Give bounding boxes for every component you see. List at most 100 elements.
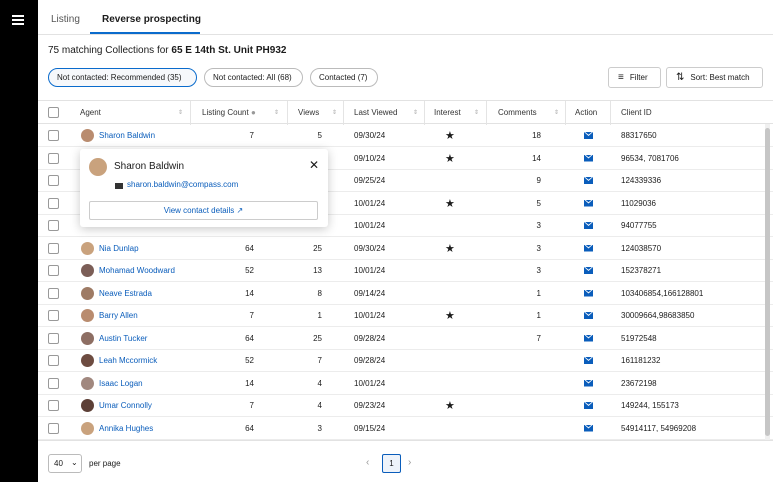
filter-pill-recommended[interactable]: Not contacted: Recommended (35) <box>48 68 197 87</box>
per-page-label: per page <box>89 459 121 468</box>
column-divider <box>424 101 425 125</box>
sort-last-viewed-icon[interactable]: ⇕ <box>413 101 418 125</box>
table-row[interactable]: Austin Tucker 64 25 09/28/24 7 51972548 <box>38 328 773 350</box>
row-checkbox[interactable] <box>48 175 59 186</box>
comments-cell: 1 <box>536 311 541 320</box>
listing-count-cell: 7 <box>249 401 254 410</box>
table-row[interactable]: Sharon Baldwin 7 5 09/30/24 ★ 18 88317650 <box>38 125 773 147</box>
mail-icon[interactable] <box>584 199 593 207</box>
views-cell: 1 <box>317 311 322 320</box>
current-page-button[interactable]: 1 <box>382 454 401 473</box>
col-agent[interactable]: Agent <box>80 101 101 125</box>
mail-icon[interactable] <box>584 379 593 387</box>
col-comments[interactable]: Comments <box>498 101 537 125</box>
last-viewed-cell: 09/30/24 <box>354 243 386 253</box>
sort-agent-icon[interactable]: ⇕ <box>178 101 183 125</box>
mail-icon[interactable] <box>584 132 593 139</box>
tab-listing[interactable]: Listing <box>51 14 80 25</box>
views-cell: 4 <box>317 378 322 388</box>
views-cell: 5 <box>317 131 322 140</box>
star-icon: ★ <box>445 130 455 142</box>
mail-icon[interactable] <box>584 289 593 297</box>
sort-views-icon[interactable]: ⇕ <box>332 101 337 125</box>
table-row[interactable]: Mohamad Woodward 52 13 10/01/24 3 152378271 <box>38 260 773 282</box>
views-cell: 3 <box>317 423 322 433</box>
mail-icon[interactable] <box>584 244 593 252</box>
table-row[interactable]: Leah Mccormick 52 7 09/28/24 161181232 <box>38 350 773 372</box>
row-checkbox[interactable] <box>48 152 59 164</box>
col-listing-count[interactable]: Listing Count ● <box>202 101 256 125</box>
agent-name-link[interactable]: Umar Connolly <box>99 395 152 417</box>
col-interest[interactable]: Interest <box>434 101 461 125</box>
filter-button[interactable]: ≡ Filter <box>608 67 661 88</box>
agent-name-link[interactable]: Neave Estrada <box>99 283 152 305</box>
table-row[interactable]: Barry Allen 7 1 10/01/24 ★ 1 30009664,98683850 <box>38 305 773 327</box>
mail-icon[interactable] <box>584 222 593 229</box>
row-checkbox[interactable] <box>48 287 59 299</box>
scrollbar-thumb[interactable] <box>765 128 770 436</box>
row-checkbox[interactable] <box>48 355 59 366</box>
row-checkbox[interactable] <box>48 265 59 276</box>
table-row[interactable]: Annika Hughes 64 3 09/15/24 54914117, 549692… <box>38 418 773 440</box>
row-checkbox[interactable] <box>48 377 59 389</box>
agent-name-link[interactable]: Austin Tucker <box>99 328 147 350</box>
row-checkbox[interactable] <box>48 242 59 254</box>
agent-name-link[interactable]: Annika Hughes <box>99 418 153 440</box>
row-checkbox[interactable] <box>48 130 59 141</box>
row-checkbox[interactable] <box>48 310 59 321</box>
last-viewed-cell: 09/28/24 <box>354 356 386 365</box>
col-last-viewed[interactable]: Last Viewed <box>354 101 397 125</box>
listing-count-cell: 14 <box>245 378 254 388</box>
agent-name-link[interactable]: Mohamad Woodward <box>99 260 175 282</box>
mail-icon[interactable] <box>584 154 593 162</box>
comments-cell <box>513 373 541 395</box>
sort-interest-icon[interactable]: ⇕ <box>474 101 479 125</box>
per-page-value: 40 <box>54 459 63 468</box>
table-row[interactable]: Nia Dunlap 64 25 09/30/24 ★ 3 124038570 <box>38 238 773 260</box>
agent-name-link[interactable]: Nia Dunlap <box>99 238 139 260</box>
row-checkbox[interactable] <box>48 332 59 344</box>
last-viewed-cell: 09/28/24 <box>354 333 386 343</box>
popover-email-link[interactable]: sharon.baldwin@compass.com <box>127 180 238 189</box>
sort-listing-count-icon[interactable]: ⇕ <box>274 101 279 125</box>
row-checkbox[interactable] <box>48 400 59 411</box>
mail-icon[interactable] <box>584 334 593 342</box>
tab-reverse-prospecting[interactable]: Reverse prospecting <box>102 14 201 25</box>
sort-comments-icon[interactable]: ⇕ <box>554 101 559 125</box>
select-all-checkbox[interactable] <box>48 107 59 118</box>
mail-icon[interactable] <box>584 402 593 409</box>
filter-pill-contacted[interactable]: Contacted (7) <box>310 68 378 87</box>
agent-name-link[interactable]: Leah Mccormick <box>99 350 157 372</box>
row-checkbox[interactable] <box>48 220 59 231</box>
col-views[interactable]: Views <box>298 101 319 125</box>
row-checkbox[interactable] <box>48 422 59 434</box>
table-scrollbar[interactable] <box>765 124 770 440</box>
close-icon[interactable]: ✕ <box>309 158 319 172</box>
mail-icon[interactable] <box>584 424 593 432</box>
hamburger-icon[interactable] <box>12 15 24 25</box>
mail-icon[interactable] <box>584 357 593 364</box>
mail-icon[interactable] <box>584 177 593 184</box>
mail-icon[interactable] <box>584 267 593 274</box>
table-header: Agent ⇕ Listing Count ● ⇕ Views ⇕ Last V… <box>38 100 773 125</box>
table-row[interactable]: Umar Connolly 7 4 09/23/24 ★ 149244, 155173 <box>38 395 773 417</box>
sort-button[interactable]: ⇅ Sort: Best match <box>666 67 763 88</box>
col-listing-count-label: Listing Count <box>202 108 249 117</box>
filter-pill-all[interactable]: Not contacted: All (68) <box>204 68 303 87</box>
chevron-right-icon[interactable]: › <box>408 457 411 468</box>
col-action: Action <box>575 108 598 117</box>
client-id-cell: 11029036 <box>621 198 656 208</box>
chevron-left-icon[interactable]: ‹ <box>366 457 369 468</box>
last-viewed-cell: 09/14/24 <box>354 288 386 298</box>
agent-name-link[interactable]: Barry Allen <box>99 305 138 327</box>
listing-count-cell: 7 <box>249 311 254 320</box>
table-row[interactable]: Isaac Logan 14 4 10/01/24 23672198 <box>38 373 773 395</box>
view-contact-details-button[interactable]: View contact details ↗ <box>89 201 318 220</box>
per-page-select[interactable]: 40 ⌄ <box>48 454 82 473</box>
mail-icon[interactable] <box>584 312 593 319</box>
row-checkbox[interactable] <box>48 197 59 209</box>
table-row[interactable]: Neave Estrada 14 8 09/14/24 1 103406854,16612… <box>38 283 773 305</box>
agent-name-link[interactable]: Isaac Logan <box>99 373 143 395</box>
agent-name-link[interactable]: Sharon Baldwin <box>99 125 155 147</box>
views-cell: 8 <box>317 288 322 298</box>
